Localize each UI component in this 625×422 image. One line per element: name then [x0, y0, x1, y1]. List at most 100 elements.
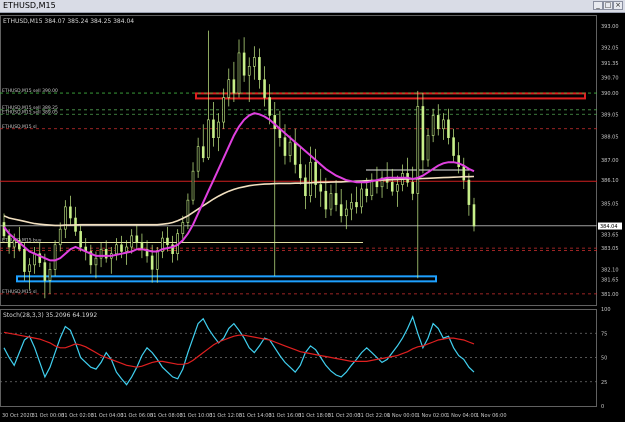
candle-body [360, 188, 363, 208]
candle-body [416, 106, 420, 194]
oscillator-tick-label: 75 [601, 331, 607, 337]
candle-body [339, 204, 343, 217]
candle-body [28, 264, 31, 272]
minimize-button[interactable]: _ [593, 1, 603, 10]
candle-body [253, 57, 256, 67]
oscillator-tick-label: 25 [601, 380, 607, 386]
candle-body [258, 57, 261, 80]
candle-body [242, 52, 246, 76]
candle-body [411, 182, 414, 194]
level-band-5[interactable] [16, 275, 437, 283]
candle-body [166, 237, 169, 246]
level-band-0[interactable] [195, 92, 586, 100]
candle-body [53, 244, 57, 270]
candle-body [365, 188, 369, 196]
maximize-button[interactable]: □ [603, 1, 613, 10]
candle-body [23, 248, 26, 272]
order-label-3: ETHUSD,M15 sl [2, 124, 37, 130]
candle-body [212, 119, 215, 138]
oscillator-series-0 [3, 315, 475, 386]
price-tick-label: 390.00 [601, 91, 619, 97]
candle-body [263, 79, 266, 98]
time-tick-label: 31 Oct 22:00 [358, 413, 391, 419]
candle-body [181, 222, 185, 234]
window-title: ETHUSD,M15 [3, 1, 56, 10]
chart-area[interactable]: ETHUSD,M15 384.07 385.24 384.25 384.04 ET… [0, 13, 625, 422]
candle-body [79, 231, 82, 248]
order-label-2: ETHUSD,M15 sell 389.05 [2, 109, 58, 115]
candle-body [196, 146, 200, 172]
candle-body [43, 262, 47, 281]
candle-body [288, 141, 292, 156]
candle-body [314, 161, 317, 185]
price-tick-label: 386.10 [601, 178, 619, 184]
time-tick-label: 31 Oct 08:00 [150, 413, 183, 419]
candle-body [7, 235, 11, 248]
oscillator-tick-label: 100 [601, 307, 611, 313]
candle-body [130, 235, 134, 248]
candle-body [48, 269, 52, 281]
time-tick-label: 31 Oct 20:00 [328, 413, 361, 419]
oscillator-series-1 [3, 331, 475, 368]
candle-body [436, 115, 440, 130]
candle-body [191, 170, 195, 201]
candle-body [309, 161, 312, 196]
candle-body [115, 244, 118, 254]
price-tick-label: 393.00 [601, 24, 619, 30]
candle-body [293, 141, 297, 165]
candle-body [12, 240, 16, 248]
candle-body [319, 184, 323, 192]
candle-body [447, 119, 450, 138]
price-tick-label: 390.70 [601, 75, 619, 81]
price-tick-label: 382.10 [601, 267, 619, 273]
time-tick-label: 1 Nov 06:00 [476, 413, 507, 419]
candle-body [390, 182, 394, 192]
candle-body [344, 208, 348, 217]
candle-body [334, 193, 338, 205]
candle-body [58, 228, 62, 246]
candle-body [125, 246, 128, 252]
oscillator-title: Stoch(28,3,3) 35.2096 64.1992 [3, 312, 97, 319]
candle-body [268, 97, 271, 116]
oscillator-plot-frame [0, 309, 597, 407]
candle-body [431, 115, 435, 136]
candle-body [462, 166, 466, 181]
candle-body [186, 199, 190, 223]
oscillator-tick-label: 0 [601, 404, 604, 410]
candle-body [247, 66, 251, 76]
candle-body [217, 121, 220, 138]
time-tick-label: 31 Oct 16:00 [269, 413, 302, 419]
time-tick-label: 31 Oct 10:00 [180, 413, 213, 419]
window-titlebar[interactable]: ETHUSD,M15 _ □ × [0, 0, 625, 13]
candle-body [135, 235, 139, 243]
price-tick-label: 383.05 [601, 246, 619, 252]
candle-body [299, 164, 302, 179]
candle-body [355, 202, 358, 208]
main-chart-title: ETHUSD,M15 384.07 385.24 384.25 384.04 [3, 18, 134, 25]
time-tick-label: 1 Nov 02:00 [417, 413, 448, 419]
time-tick-label: 31 Oct 06:00 [121, 413, 154, 419]
price-tick-label: 391.35 [601, 61, 619, 67]
candle-body [227, 79, 231, 98]
candle-body [283, 137, 287, 156]
time-tick-label: 30 Oct 2020 [2, 413, 33, 419]
candle-body [273, 115, 277, 130]
candle-body [304, 177, 307, 196]
time-tick-label: 1 Nov 04:00 [446, 413, 477, 419]
candle-body [33, 253, 36, 266]
candle-body [120, 244, 123, 252]
price-tick-label: 381.65 [601, 277, 619, 283]
price-tick-label: 388.05 [601, 135, 619, 141]
close-button[interactable]: × [613, 1, 623, 10]
candle-body [69, 206, 72, 219]
candle-body [237, 52, 241, 94]
price-tick-label: 383.65 [601, 233, 619, 239]
candle-body [94, 257, 98, 266]
candle-body [232, 79, 236, 94]
time-tick-label: 1 Nov 00:00 [387, 413, 418, 419]
oscillator-tick-label: 50 [601, 356, 607, 362]
candle-body [426, 135, 430, 161]
price-tick-label: 381.00 [601, 292, 619, 298]
candle-body [324, 190, 328, 210]
candle-body [472, 204, 476, 227]
